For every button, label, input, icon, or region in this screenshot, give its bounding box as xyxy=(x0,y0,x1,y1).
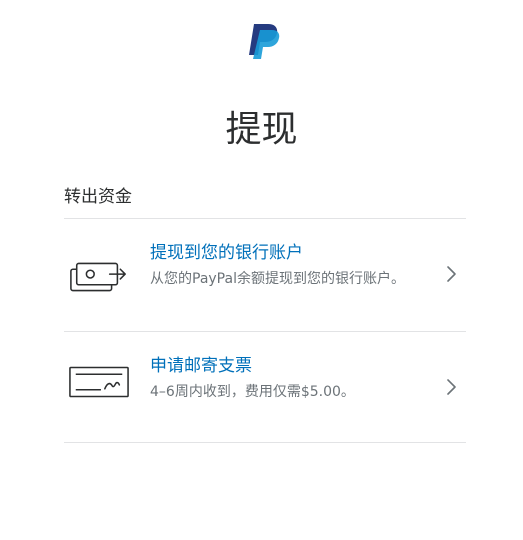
option-description: 4–6周内收到，费用仅需$5.00。 xyxy=(150,384,355,400)
option-title[interactable]: 提现到您的银行账户 xyxy=(150,241,303,265)
request-check-option[interactable]: 申请邮寄支票 4–6周内收到，费用仅需$5.00。 xyxy=(64,332,466,442)
chevron-right-icon[interactable] xyxy=(444,265,458,283)
paypal-logo-icon xyxy=(249,24,280,59)
withdraw-to-bank-option[interactable]: 提现到您的银行账户 从您的PayPal余额提现到您的银行账户。 xyxy=(64,219,466,331)
check-icon xyxy=(69,366,129,398)
bank-transfer-icon xyxy=(70,262,126,292)
chevron-right-icon[interactable] xyxy=(444,378,458,396)
section-title: 转出资金 xyxy=(64,187,132,207)
page-title: 提现 xyxy=(225,109,298,150)
divider xyxy=(64,442,466,443)
option-title[interactable]: 申请邮寄支票 xyxy=(150,354,252,378)
option-description: 从您的PayPal余额提现到您的银行账户。 xyxy=(150,271,405,287)
